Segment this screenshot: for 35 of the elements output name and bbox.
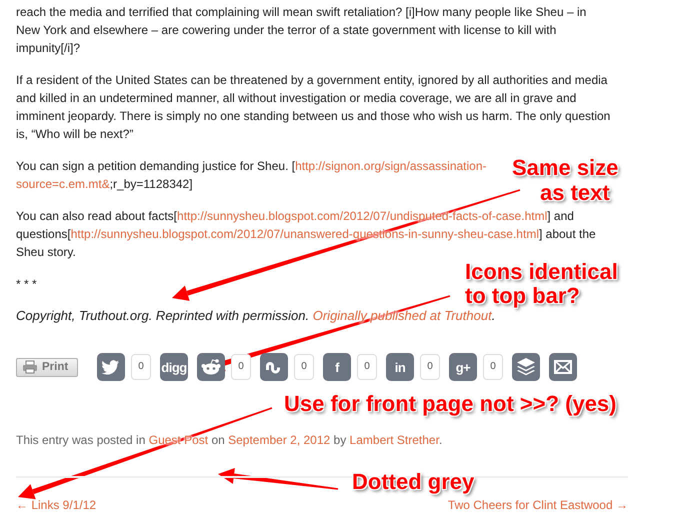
annotation-text: Icons identical — [465, 260, 618, 284]
paragraph: You can sign a petition demanding justice for Sheu. [http://signon.org/sign/assassination- source=c.em.mt&;r_by=1128342] — [16, 158, 487, 193]
share-count: 0 — [357, 354, 377, 380]
printer-icon — [22, 360, 38, 374]
next-post-link[interactable]: Two Cheers for Clint Eastwood → — [448, 497, 628, 513]
share-count: 0 — [294, 354, 314, 380]
share-count: 0 — [420, 354, 440, 380]
link[interactable]: source=c.em.mt& — [16, 177, 110, 191]
twitter-bird-icon[interactable] — [97, 353, 125, 381]
share-count: 0 — [483, 354, 503, 380]
share-button[interactable]: g+ — [449, 353, 477, 381]
share-count: 0 — [131, 354, 151, 380]
annotation-text: Use for front page not >>? (yes) — [284, 392, 616, 416]
link[interactable]: Guest Post — [148, 433, 208, 447]
layers-icon[interactable] — [512, 353, 540, 381]
annotation-text: Same size — [512, 155, 618, 180]
paragraph: * * * — [16, 276, 37, 293]
previous-post-link[interactable]: ← Links 9/1/12 — [16, 497, 96, 513]
link[interactable]: Lambert Strether — [350, 433, 439, 447]
annotation-text: as text — [540, 180, 610, 205]
share-count: 0 — [231, 354, 251, 380]
share-button[interactable]: digg — [160, 353, 188, 381]
link[interactable]: September 2, 2012 — [228, 433, 330, 447]
print-button[interactable]: Print — [16, 358, 78, 376]
stumble-logo-icon[interactable] — [260, 353, 288, 381]
share-button[interactable]: f — [323, 353, 351, 381]
alien-head-icon[interactable] — [197, 353, 225, 381]
annotation-text: to top bar? — [465, 284, 580, 308]
annotation-text: Dotted grey — [352, 470, 474, 494]
paragraph: reach the media and terrified that complaining will mean swift retaliation? [i]How many people like Sheu – in New York and elsewhere – are cowering under the terror of a state government with license to kill with impunity[/i]? — [16, 4, 588, 57]
link[interactable]: http://signon.org/sign/assassination- — [295, 159, 487, 173]
paragraph: If a resident of the United States can be threatened by a government entity, ignored by all authorities and media and killed in an undetermined manner, all without investigation or media coverage, we are all in grave and imminent jeopardy. There is simply no one standing between us and those who wish us harm. The only question is, “Who will be next?” — [16, 72, 612, 143]
post-meta-line: This entry was posted in Guest Post on September 2, 2012 by Lambert Strether. — [16, 432, 442, 449]
share-button[interactable]: in — [386, 353, 414, 381]
envelope-icon[interactable] — [549, 353, 577, 381]
